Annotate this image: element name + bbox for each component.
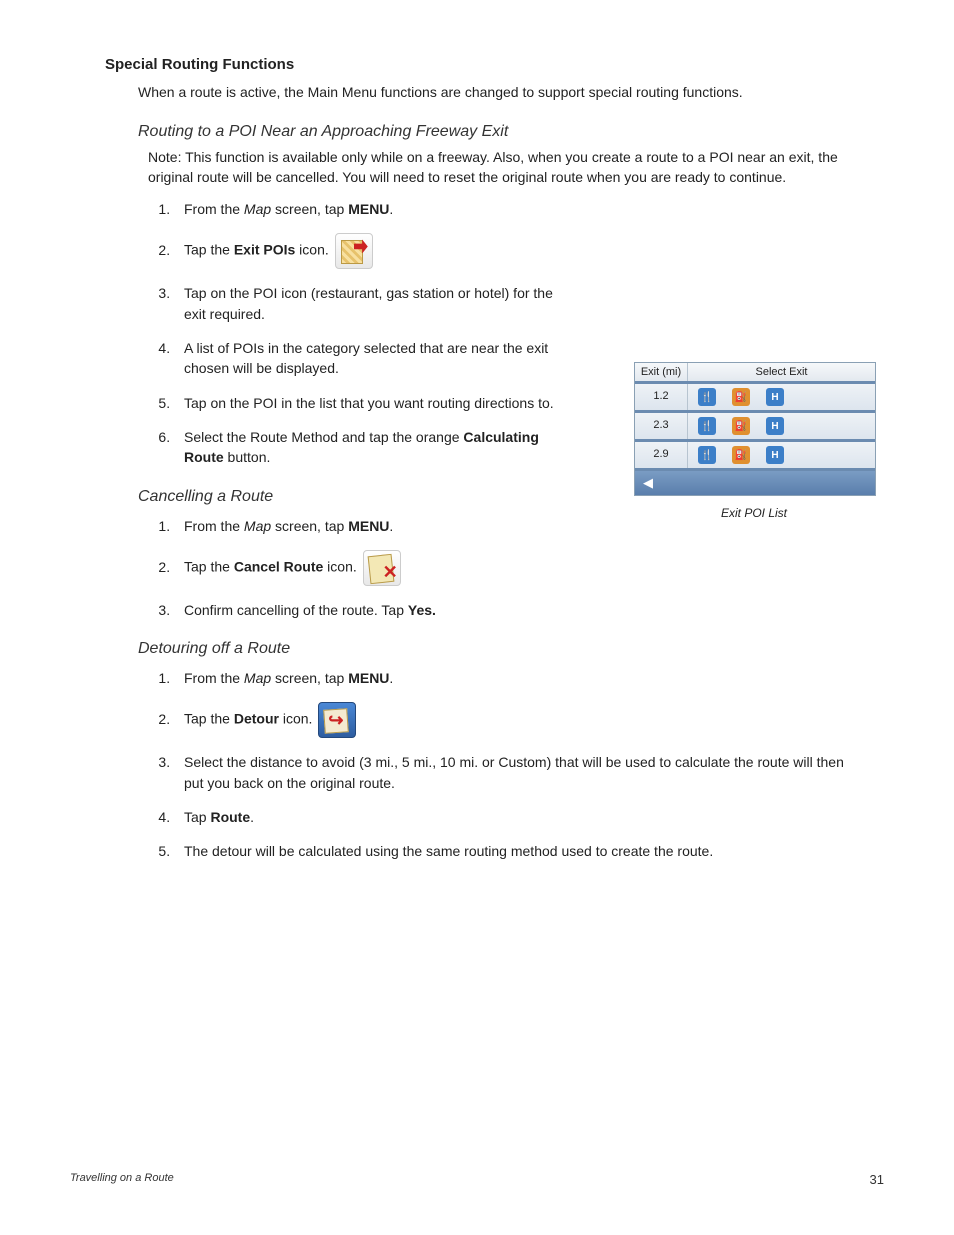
footer-section: Travelling on a Route [70,1172,174,1187]
section-heading: Special Routing Functions [105,56,884,73]
hotel-icon[interactable] [766,388,784,406]
step: Tap the Exit POIs icon. [174,233,554,269]
step: Select the Route Method and tap the oran… [174,427,554,468]
gas-station-icon[interactable] [732,388,750,406]
page-footer: Travelling on a Route 31 [70,1172,884,1187]
steps-list-cancel: From the Map screen, tap MENU. Tap the C… [148,516,854,621]
step: Tap on the POI in the list that you want… [174,393,554,413]
subheading-poi-exit: Routing to a POI Near an Approaching Fre… [138,123,884,141]
hdr-exit: Exit (mi) [635,363,688,381]
intro-text: When a route is active, the Main Menu fu… [138,83,884,103]
exit-dist: 2.3 [635,413,688,439]
exit-poi-table: Exit (mi) Select Exit 1.2 2.3 2.9 [634,362,876,496]
exit-dist: 2.9 [635,442,688,468]
table-row: 2.3 [635,410,875,439]
note-text: Note: This function is available only wh… [148,147,854,188]
hotel-icon[interactable] [766,417,784,435]
back-button[interactable]: ◀ [635,468,875,495]
step: Tap the Detour icon. [174,702,854,738]
table-row: 2.9 [635,439,875,468]
subheading-detour: Detouring off a Route [138,640,884,658]
figure-caption: Exit POI List [634,506,874,520]
table-row: 1.2 [635,381,875,410]
step: Confirm cancelling of the route. Tap Yes… [174,600,854,620]
step: Tap on the POI icon (restaurant, gas sta… [174,283,554,324]
table-header: Exit (mi) Select Exit [635,363,875,381]
step: From the Map screen, tap MENU. [174,199,554,219]
gas-station-icon[interactable] [732,417,750,435]
step: A list of POIs in the category selected … [174,338,554,379]
cancel-route-icon [363,550,401,586]
exit-dist: 1.2 [635,384,688,410]
step: Tap the Cancel Route icon. [174,550,854,586]
step: From the Map screen, tap MENU. [174,668,854,688]
gas-station-icon[interactable] [732,446,750,464]
restaurant-icon[interactable] [698,417,716,435]
steps-list-detour: From the Map screen, tap MENU. Tap the D… [148,668,854,861]
step: The detour will be calculated using the … [174,841,854,861]
exit-poi-figure: Exit (mi) Select Exit 1.2 2.3 2.9 [634,362,874,520]
hotel-icon[interactable] [766,446,784,464]
page-number: 31 [870,1172,884,1187]
hdr-select: Select Exit [688,363,875,381]
restaurant-icon[interactable] [698,446,716,464]
step: Select the distance to avoid (3 mi., 5 m… [174,752,854,793]
restaurant-icon[interactable] [698,388,716,406]
exit-pois-icon [335,233,373,269]
step: Tap Route. [174,807,854,827]
detour-icon [318,702,356,738]
